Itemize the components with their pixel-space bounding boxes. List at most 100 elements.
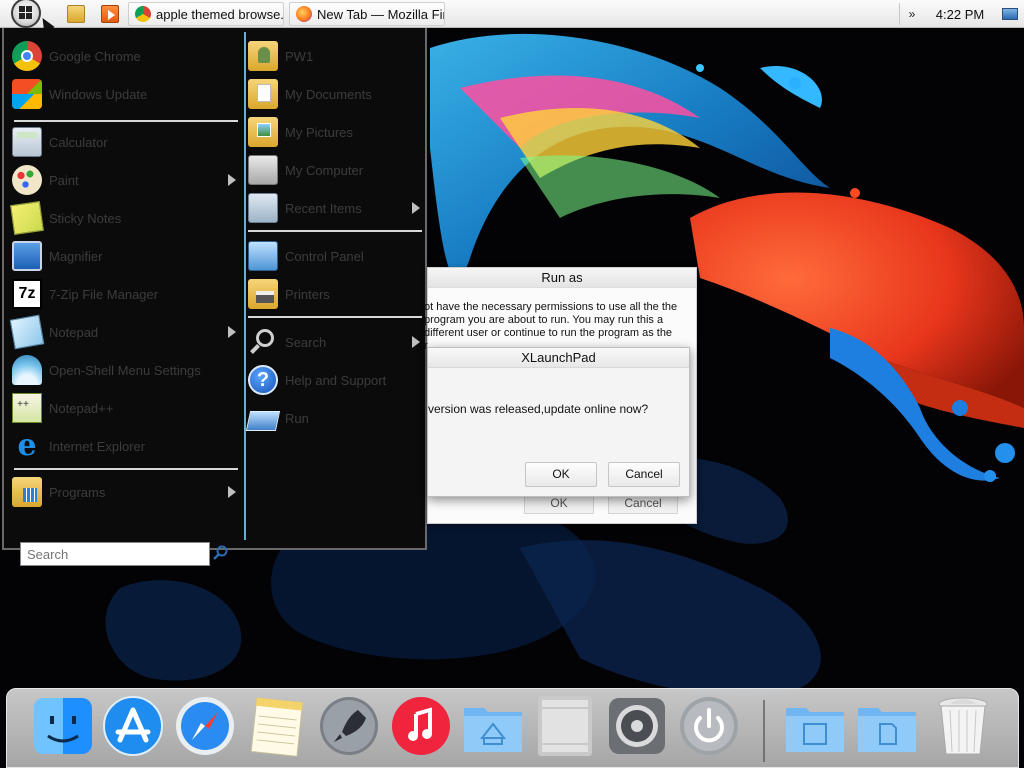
power-icon[interactable]: [678, 694, 740, 758]
start-menu-item-label: Windows Update: [49, 86, 148, 102]
computer-icon: [248, 155, 278, 185]
xlaunchpad-dialog: XLaunchPad version was released,update o…: [427, 347, 690, 497]
itunes-icon[interactable]: [390, 694, 452, 758]
start-menu-item-label: Run: [285, 410, 309, 426]
show-desktop-icon[interactable]: [1002, 8, 1018, 20]
start-menu-item-label: My Pictures: [285, 124, 353, 140]
submenu-arrow-icon: [412, 202, 420, 214]
explorer-quicklaunch-icon[interactable]: [67, 5, 85, 23]
start-menu-item-search[interactable]: Search: [248, 324, 422, 360]
taskbar-button-firefox[interactable]: New Tab — Mozilla Fir...: [289, 2, 445, 26]
help-icon: ?: [248, 365, 278, 395]
search-icon[interactable]: [213, 545, 229, 561]
downloads-folder-icon[interactable]: [856, 694, 918, 758]
start-menu-item-label: 7-Zip File Manager: [49, 286, 159, 302]
start-menu-item-7zip[interactable]: 7z 7-Zip File Manager: [12, 276, 238, 312]
windows-logo-icon: [19, 6, 33, 20]
menu-separator: [248, 316, 422, 318]
notepad-icon: [9, 314, 45, 350]
start-menu-programs-column: Google Chrome Windows Update Calculator …: [8, 32, 240, 540]
start-menu-item-label: Printers: [285, 286, 330, 302]
dialog-message: version was released,update online now?: [428, 402, 649, 416]
start-menu-item-label: Google Chrome: [49, 48, 141, 64]
notes-icon[interactable]: [246, 694, 308, 758]
trash-icon[interactable]: [932, 694, 994, 758]
start-menu-item-label: Sticky Notes: [49, 210, 122, 226]
dialog-message: ot have the necessary permissions to use…: [424, 301, 678, 352]
start-menu-item-printers[interactable]: Printers: [248, 276, 422, 312]
start-menu-item-control-panel[interactable]: Control Panel: [248, 238, 422, 274]
start-menu-item-label: Internet Explorer: [49, 438, 146, 454]
start-menu-item-label: Notepad++: [49, 400, 114, 416]
control-panel-icon: [248, 241, 278, 271]
start-menu-item-label: Calculator: [49, 134, 108, 150]
submenu-arrow-icon: [228, 174, 236, 186]
tray-overflow-chevron[interactable]: »: [900, 7, 924, 21]
submenu-arrow-icon: [412, 336, 420, 348]
menu-separator: [248, 230, 422, 232]
mac-pro-icon[interactable]: [534, 694, 596, 758]
applications-folder-icon[interactable]: [462, 694, 524, 758]
start-menu-item-pw1[interactable]: PW1: [248, 38, 422, 74]
start-menu-item-label: My Documents: [285, 86, 372, 102]
app-store-icon[interactable]: [102, 694, 164, 758]
start-menu-item-notepad[interactable]: Notepad: [9, 314, 238, 350]
start-menu-item-calculator[interactable]: Calculator: [12, 124, 238, 160]
ie-icon: e: [17, 428, 37, 463]
safari-icon[interactable]: [174, 694, 236, 758]
start-menu-item-label: Help and Support: [285, 372, 387, 388]
user-folder-icon: [248, 41, 278, 71]
start-menu-item-my-documents[interactable]: My Documents: [248, 76, 422, 112]
start-menu-item-label: Control Panel: [285, 248, 364, 264]
start-menu-item-windows-update[interactable]: Windows Update: [12, 76, 238, 112]
taskbar: apple themed browse... New Tab — Mozilla…: [0, 0, 1024, 34]
start-menu-item-label: My Computer: [285, 162, 364, 178]
start-menu-item-sticky-notes[interactable]: Sticky Notes: [10, 200, 238, 236]
calculator-icon: [12, 127, 42, 157]
start-menu-item-magnifier[interactable]: Magnifier: [12, 238, 238, 274]
taskbar-button-label: apple themed browse...: [156, 6, 284, 22]
start-menu-item-label: Recent Items: [285, 200, 362, 216]
dialog-title: XLaunchPad: [428, 348, 689, 368]
launchpad-icon[interactable]: [318, 694, 380, 758]
sticky-notes-icon: [10, 201, 44, 235]
printers-icon: [248, 279, 278, 309]
taskbar-button-label: New Tab — Mozilla Fir...: [317, 6, 445, 22]
start-menu-item-notepad-plus-plus[interactable]: ++ Notepad++: [12, 390, 238, 426]
start-menu-item-my-pictures[interactable]: My Pictures: [248, 114, 422, 150]
start-menu-item-run[interactable]: Run: [245, 400, 422, 436]
start-menu-item-internet-explorer[interactable]: e Internet Explorer: [12, 428, 238, 464]
start-menu-item-label: Paint: [49, 172, 79, 188]
menu-separator: [14, 120, 238, 122]
start-menu-item-google-chrome[interactable]: Google Chrome: [12, 38, 238, 74]
documents-folder-icon[interactable]: [784, 694, 846, 758]
start-menu-item-label: Programs: [49, 484, 106, 500]
search-icon: [248, 327, 278, 357]
xlaunchpad-cancel-button[interactable]: Cancel: [608, 462, 680, 487]
start-button[interactable]: [9, 0, 55, 34]
taskbar-button-chrome[interactable]: apple themed browse...: [128, 2, 284, 26]
pictures-folder-icon: [248, 117, 278, 147]
start-menu-item-help-and-support[interactable]: ? Help and Support: [248, 362, 422, 398]
submenu-arrow-icon: [228, 486, 236, 498]
dock-divider: [763, 700, 765, 762]
media-player-quicklaunch-icon[interactable]: [101, 5, 119, 23]
system-preferences-icon[interactable]: [606, 694, 668, 758]
start-menu-item-recent-items[interactable]: Recent Items: [248, 190, 422, 226]
shell-icon: [12, 355, 42, 385]
documents-folder-icon: [248, 79, 278, 109]
start-menu-item-paint[interactable]: Paint: [12, 162, 238, 198]
xlaunchpad-ok-button[interactable]: OK: [525, 462, 597, 487]
clock[interactable]: 4:22 PM: [924, 7, 996, 22]
submenu-arrow-icon: [228, 326, 236, 338]
start-menu-search-input[interactable]: [20, 542, 210, 566]
finder-icon[interactable]: [32, 694, 94, 758]
start-menu-item-open-shell-settings[interactable]: Open-Shell Menu Settings: [12, 352, 238, 388]
7zip-icon: 7z: [12, 279, 42, 309]
start-menu-item-programs[interactable]: Programs: [12, 474, 238, 510]
chrome-icon: [135, 6, 151, 22]
start-menu-item-label: Notepad: [49, 324, 99, 340]
start-menu-item-label: Search: [285, 334, 327, 350]
start-menu-item-label: PW1: [285, 48, 314, 64]
start-menu-item-my-computer[interactable]: My Computer: [248, 152, 422, 188]
